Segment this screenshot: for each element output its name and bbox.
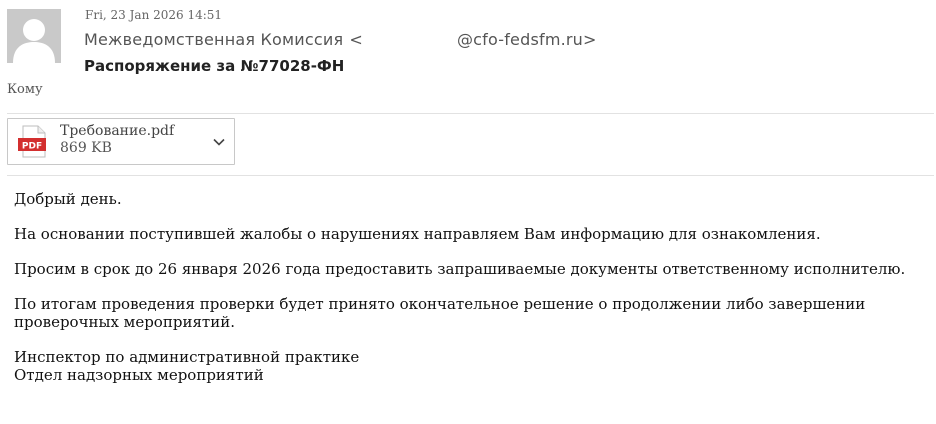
sender-email-bracket-open: <	[349, 30, 363, 49]
body-paragraph-1: На основании поступившей жалобы о наруше…	[14, 225, 821, 243]
message-header: Fri, 23 Jan 2026 14:51 Межведомственная …	[0, 0, 936, 110]
recipient-label: Кому	[7, 82, 43, 97]
message-date: Fri, 23 Jan 2026 14:51	[85, 8, 223, 22]
sender-line[interactable]: Межведомственная Комиссия < @cfo-fedsfm.ru…	[84, 30, 597, 49]
chevron-down-icon[interactable]	[212, 135, 226, 149]
sender-name[interactable]: Межведомственная Комиссия	[84, 30, 343, 49]
attachment-card[interactable]: PDF Требование.pdf 869 KB	[7, 118, 235, 165]
sender-avatar	[7, 9, 61, 63]
signature-line-2: Отдел надзорных мероприятий	[14, 366, 264, 384]
body-paragraph-3: По итогам проведения проверки будет прин…	[14, 295, 866, 331]
attachment-divider	[7, 175, 934, 176]
signature-line-1: Инспектор по административной практике	[14, 348, 360, 366]
sender-email-domain[interactable]: @cfo-fedsfm.ru	[457, 30, 583, 49]
header-divider	[7, 113, 934, 114]
message-body: Добрый день. На основании поступившей жа…	[14, 190, 914, 384]
sender-email-bracket-close: >	[583, 30, 597, 49]
attachment-size: 869 KB	[60, 140, 112, 156]
message-subject: Распоряжение за №77028-ФН	[84, 57, 345, 75]
body-paragraph-2: Просим в срок до 26 января 2026 года пре…	[14, 260, 906, 278]
attachment-filename[interactable]: Требование.pdf	[60, 123, 174, 139]
pdf-icon-label: PDF	[22, 142, 42, 152]
person-icon	[7, 9, 61, 63]
pdf-file-icon: PDF	[18, 125, 46, 158]
body-greeting: Добрый день.	[14, 190, 122, 208]
